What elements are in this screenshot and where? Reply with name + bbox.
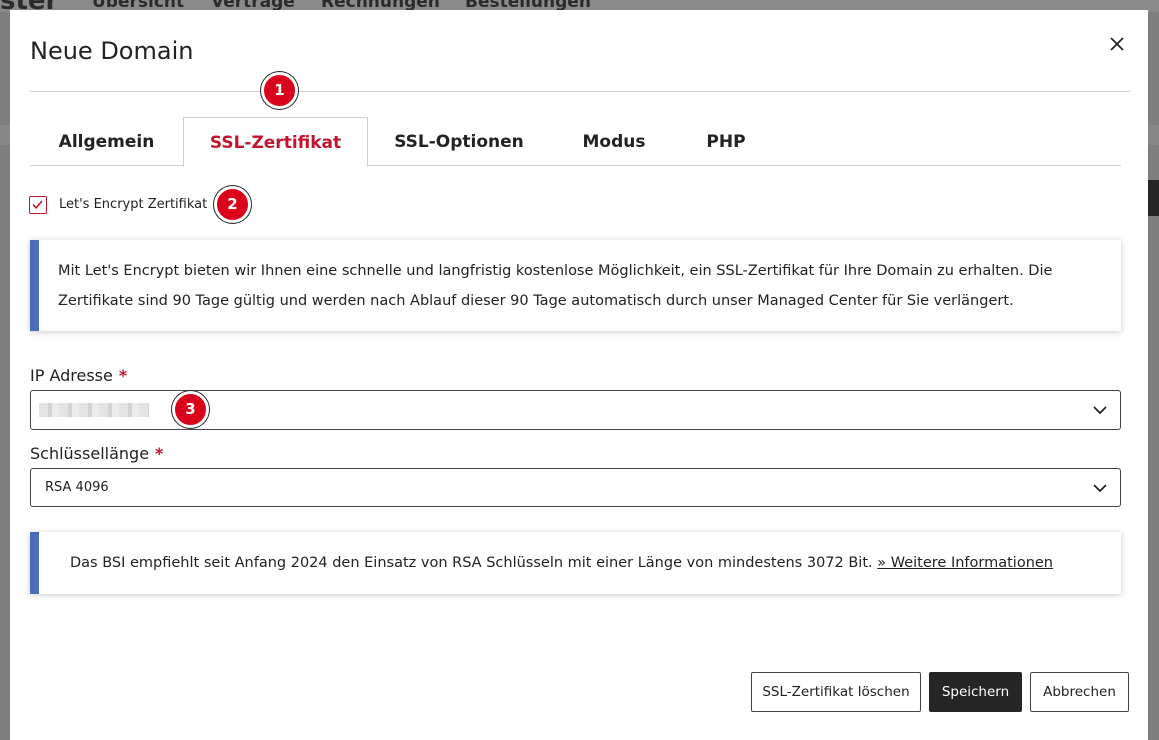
more-info-link[interactable]: » Weitere Informationen bbox=[877, 555, 1053, 571]
chevron-down-icon bbox=[1093, 406, 1107, 415]
letsencrypt-info-text: Mit Let's Encrypt bieten wir Ihnen eine … bbox=[58, 263, 1053, 309]
required-mark: * bbox=[118, 366, 128, 385]
tab-bar: Allgemein SSL-Zertifikat SSL-Optionen Mo… bbox=[30, 117, 1121, 167]
letsencrypt-info-box: Mit Let's Encrypt bieten wir Ihnen eine … bbox=[30, 240, 1121, 331]
tab-php[interactable]: PHP bbox=[690, 117, 762, 166]
chevron-down-icon bbox=[1093, 484, 1107, 493]
key-length-value: RSA 4096 bbox=[45, 480, 109, 495]
tab-ssl-optionen[interactable]: SSL-Optionen bbox=[378, 117, 540, 166]
ip-address-label: IP Adresse * bbox=[30, 366, 127, 385]
key-length-label: Schlüssellänge * bbox=[30, 444, 163, 463]
ip-address-label-text: IP Adresse bbox=[30, 366, 113, 385]
tab-allgemein[interactable]: Allgemein bbox=[30, 117, 183, 166]
required-mark: * bbox=[155, 444, 164, 463]
dialog-title: Neue Domain bbox=[30, 37, 194, 65]
new-domain-dialog: Neue Domain Allgemein SSL-Zertifikat SSL… bbox=[10, 10, 1148, 740]
step-badge-2: 2 bbox=[214, 186, 251, 223]
letsencrypt-label[interactable]: Let's Encrypt Zertifikat bbox=[59, 197, 207, 212]
title-divider bbox=[30, 91, 1130, 92]
redacted-ip-value bbox=[39, 403, 149, 417]
checkmark-icon bbox=[32, 200, 43, 209]
key-length-select[interactable]: RSA 4096 bbox=[30, 468, 1121, 507]
close-icon[interactable] bbox=[1106, 33, 1128, 55]
background-strip bbox=[1148, 125, 1159, 145]
key-length-label-text: Schlüssellänge bbox=[30, 444, 150, 463]
cancel-button[interactable]: Abbrechen bbox=[1030, 672, 1129, 712]
tab-modus[interactable]: Modus bbox=[565, 117, 663, 166]
step-badge-3: 3 bbox=[172, 391, 209, 428]
tab-ssl-zertifikat[interactable]: SSL-Zertifikat bbox=[183, 117, 368, 167]
letsencrypt-checkbox[interactable] bbox=[29, 196, 47, 214]
bsi-info-text: Das BSI empfiehlt seit Anfang 2024 den E… bbox=[70, 555, 878, 571]
bsi-info-box: Das BSI empfiehlt seit Anfang 2024 den E… bbox=[30, 532, 1121, 594]
step-badge-1: 1 bbox=[261, 72, 298, 109]
delete-certificate-button[interactable]: SSL-Zertifikat löschen bbox=[751, 672, 921, 712]
background-button bbox=[1148, 180, 1159, 216]
background-strip bbox=[0, 125, 10, 145]
save-button[interactable]: Speichern bbox=[929, 672, 1022, 712]
